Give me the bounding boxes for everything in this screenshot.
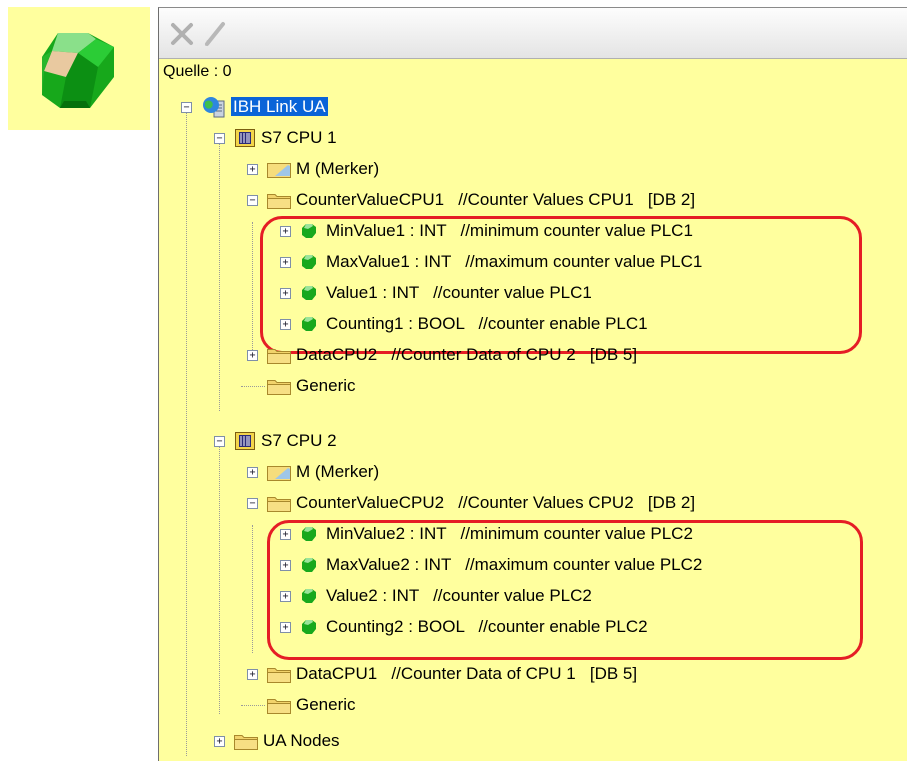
- expand-toggle[interactable]: +: [247, 350, 258, 361]
- ua-nodes-label: UA Nodes: [263, 731, 340, 750]
- db-label: CounterValueCPU1 //Counter Values CPU1 […: [296, 190, 696, 209]
- delete-button[interactable]: [167, 16, 197, 48]
- merker-label: M (Merker): [296, 462, 380, 481]
- tree-node-generic[interactable]: Generic: [241, 690, 541, 720]
- generic-label: Generic: [296, 695, 356, 714]
- edit-pencil-icon: [205, 22, 225, 46]
- root-label: IBH Link UA: [231, 97, 328, 116]
- highlight-annotation: [260, 216, 862, 354]
- tree-node-data[interactable]: + DataCPU2 //Counter Data of CPU 2 [DB 5…: [241, 340, 841, 370]
- tree-node-generic[interactable]: Generic: [241, 371, 541, 401]
- collapse-toggle[interactable]: −: [247, 195, 258, 206]
- tree-node-merker[interactable]: + M (Merker): [241, 457, 741, 487]
- delete-icon: [171, 23, 193, 45]
- edit-button[interactable]: [201, 16, 231, 48]
- tree-node-db[interactable]: − CounterValueCPU2 //Counter Values CPU2…: [241, 488, 901, 518]
- tree-line: [241, 705, 265, 706]
- tree-panel: Quelle : 0 − IBH Link UA − S7 CPU 1 + M …: [158, 7, 907, 761]
- folder-icon: [267, 194, 291, 209]
- folder-icon: [267, 466, 291, 481]
- collapse-toggle[interactable]: −: [214, 133, 225, 144]
- collapse-toggle[interactable]: −: [181, 102, 192, 113]
- folder-icon: [267, 349, 291, 364]
- collapse-toggle[interactable]: −: [214, 436, 225, 447]
- tree-node-cpu2[interactable]: − S7 CPU 2: [208, 426, 808, 456]
- db-label: CounterValueCPU2 //Counter Values CPU2 […: [296, 493, 696, 512]
- tree-node-ua-nodes[interactable]: + UA Nodes: [208, 726, 508, 756]
- server-globe-icon: [203, 97, 225, 118]
- generic-label: Generic: [296, 376, 356, 395]
- variable-large-icon: [42, 33, 114, 108]
- tree-node-data[interactable]: + DataCPU1 //Counter Data of CPU 1 [DB 5…: [241, 659, 841, 689]
- expand-toggle[interactable]: +: [247, 669, 258, 680]
- expand-toggle[interactable]: +: [247, 164, 258, 175]
- data-label: DataCPU2 //Counter Data of CPU 2 [DB 5]: [296, 345, 638, 364]
- tree-node-merker[interactable]: + M (Merker): [241, 154, 741, 184]
- folder-icon: [267, 163, 291, 178]
- expand-toggle[interactable]: +: [247, 467, 258, 478]
- data-label: DataCPU1 //Counter Data of CPU 1 [DB 5]: [296, 664, 638, 683]
- tree-line: [241, 386, 265, 387]
- cpu-icon: [235, 432, 255, 450]
- folder-icon: [267, 380, 291, 395]
- tree-node-cpu1[interactable]: − S7 CPU 1: [208, 123, 808, 153]
- tree-node-db[interactable]: − CounterValueCPU1 //Counter Values CPU1…: [241, 185, 901, 215]
- folder-icon: [267, 668, 291, 683]
- folder-icon: [267, 699, 291, 714]
- expand-toggle[interactable]: +: [214, 736, 225, 747]
- cpu-icon: [235, 129, 255, 147]
- merker-label: M (Merker): [296, 159, 380, 178]
- toolbar: [159, 8, 907, 59]
- tree-node-root[interactable]: − IBH Link UA: [175, 92, 875, 122]
- highlight-annotation: [267, 520, 863, 660]
- cpu1-label: S7 CPU 1: [261, 128, 337, 147]
- collapse-toggle[interactable]: −: [247, 498, 258, 509]
- cpu2-label: S7 CPU 2: [261, 431, 337, 450]
- source-label: Quelle : 0: [163, 63, 232, 80]
- folder-icon: [234, 735, 258, 750]
- folder-icon: [267, 497, 291, 512]
- variable-preview-panel: [8, 7, 150, 130]
